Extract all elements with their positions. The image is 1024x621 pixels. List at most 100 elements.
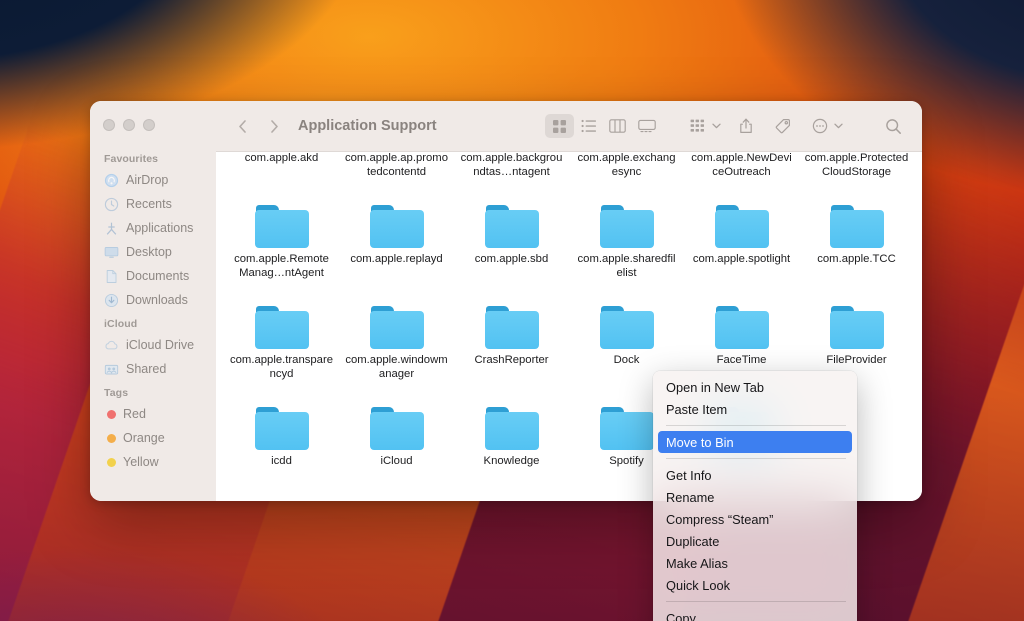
column-view-button[interactable] — [603, 114, 632, 138]
file-item[interactable]: com.apple.TCC — [799, 197, 914, 298]
applications-icon — [104, 221, 119, 236]
file-label: com.apple.ProtectedCloudStorage — [804, 152, 909, 178]
sidebar-item-label: Recents — [126, 197, 172, 211]
zoom-button[interactable] — [143, 119, 155, 131]
sidebar: Favourites AirDrop Recents Applications Desk… — [90, 101, 216, 501]
file-item[interactable]: Knowledge — [454, 399, 569, 500]
sidebar-section-title: Favourites — [104, 153, 159, 165]
file-item[interactable]: com.apple.sharedfilelist — [569, 197, 684, 298]
sidebar-item-recents[interactable]: Recents — [90, 192, 216, 216]
view-switcher — [545, 114, 661, 138]
folder-icon — [369, 407, 424, 450]
file-item[interactable]: CrashReporter — [454, 298, 569, 399]
more-options-control[interactable] — [805, 114, 845, 138]
chevron-down-icon[interactable] — [710, 123, 723, 129]
menu-item-make-alias[interactable]: Make Alias — [653, 552, 857, 574]
file-label: com.apple.windowmanager — [345, 354, 448, 380]
cloud-icon — [104, 338, 119, 353]
sidebar-item-label: Downloads — [126, 293, 188, 307]
menu-item-open-in-new-tab[interactable]: Open in New Tab — [653, 376, 857, 398]
document-icon — [104, 269, 119, 284]
file-item[interactable]: com.apple.RemoteManag…ntAgent — [224, 197, 339, 298]
menu-item-duplicate[interactable]: Duplicate — [653, 530, 857, 552]
folder-icon — [369, 205, 424, 248]
sidebar-item-label: Documents — [126, 269, 190, 283]
sidebar-item-label: iCloud Drive — [126, 338, 195, 352]
clock-icon — [104, 197, 119, 212]
file-item[interactable]: com.apple.replayd — [339, 197, 454, 298]
sidebar-item-label: Applications — [126, 221, 194, 235]
file-item[interactable]: com.apple.ProtectedCloudStorage — [799, 152, 914, 197]
sidebar-item-shared[interactable]: Shared — [90, 357, 216, 381]
tag-dot-icon — [107, 409, 116, 419]
forward-button[interactable] — [262, 114, 286, 138]
context-menu[interactable]: Open in New Tab Paste Item Move to Bin Get … — [653, 371, 857, 621]
file-label: com.apple.transparencyd — [230, 354, 333, 380]
tag-dot-icon — [107, 433, 116, 443]
file-label: com.apple.exchangesync — [577, 152, 676, 178]
menu-separator — [666, 601, 846, 602]
sidebar-item-icloud-drive[interactable]: iCloud Drive — [90, 333, 216, 357]
folder-icon — [714, 205, 769, 248]
folder-icon — [254, 205, 309, 248]
file-label: com.apple.sharedfilelist — [577, 253, 676, 279]
file-item[interactable]: com.apple.windowmanager — [339, 298, 454, 399]
desktop: Favourites AirDrop Recents Applications Desk… — [0, 0, 1024, 621]
minimize-button[interactable] — [123, 119, 135, 131]
file-item[interactable]: com.apple.backgroundtas…ntagent — [454, 152, 569, 197]
file-item[interactable]: com.apple.ap.promotedcontentd — [339, 152, 454, 197]
file-item[interactable]: com.apple.transparencyd — [224, 298, 339, 399]
chevron-down-icon[interactable] — [832, 123, 845, 129]
sidebar-item-downloads[interactable]: Downloads — [90, 288, 216, 312]
sidebar-item-label: Shared — [126, 362, 167, 376]
menu-item-paste-item[interactable]: Paste Item — [653, 398, 857, 420]
file-label: CrashReporter — [474, 354, 549, 366]
file-item[interactable]: icdd — [224, 399, 339, 500]
sidebar-item-red[interactable]: Red — [90, 402, 216, 426]
sidebar-item-applications[interactable]: Applications — [90, 216, 216, 240]
list-view-button[interactable] — [574, 114, 603, 138]
menu-item-quick-look[interactable]: Quick Look — [653, 574, 857, 596]
menu-item-move-to-bin[interactable]: Move to Bin — [658, 431, 852, 453]
page-title: Application Support — [298, 118, 437, 134]
folder-icon — [254, 407, 309, 450]
file-item[interactable]: com.apple.exchangesync — [569, 152, 684, 197]
sidebar-item-desktop[interactable]: Desktop — [90, 240, 216, 264]
sidebar-item-airdrop[interactable]: AirDrop — [90, 168, 216, 192]
group-by-icon[interactable] — [683, 114, 712, 138]
file-label: com.apple.NewDeviceOutreach — [691, 152, 792, 178]
sidebar-item-yellow[interactable]: Yellow — [90, 450, 216, 474]
sidebar-section-title: Tags — [104, 387, 129, 399]
menu-item-get-info[interactable]: Get Info — [653, 464, 857, 486]
menu-item-copy[interactable]: Copy — [653, 607, 857, 621]
folder-icon — [369, 306, 424, 349]
folder-icon — [484, 205, 539, 248]
icon-view-button[interactable] — [545, 114, 574, 138]
menu-item-rename[interactable]: Rename — [653, 486, 857, 508]
sidebar-item-label: AirDrop — [126, 173, 169, 187]
tag-icon[interactable] — [768, 114, 797, 138]
back-button[interactable] — [230, 114, 254, 138]
file-item[interactable]: com.apple.sbd — [454, 197, 569, 298]
file-item[interactable]: com.apple.spotlight — [684, 197, 799, 298]
share-icon[interactable] — [731, 114, 760, 138]
menu-item-compress-steam[interactable]: Compress “Steam” — [653, 508, 857, 530]
file-item[interactable]: com.apple.NewDeviceOutreach — [684, 152, 799, 197]
folder-icon — [714, 306, 769, 349]
sidebar-item-label: Desktop — [126, 245, 172, 259]
sidebar-item-documents[interactable]: Documents — [90, 264, 216, 288]
file-label: com.apple.sbd — [474, 253, 549, 265]
close-button[interactable] — [103, 119, 115, 131]
sidebar-item-label: Red — [123, 407, 146, 421]
gallery-view-button[interactable] — [632, 114, 661, 138]
desktop-icon — [104, 245, 119, 260]
file-label: FaceTime — [716, 354, 767, 366]
file-label: iCloud — [380, 455, 413, 467]
file-item[interactable]: iCloud — [339, 399, 454, 500]
tag-dot-icon — [107, 457, 116, 467]
search-icon[interactable] — [879, 114, 908, 138]
sidebar-item-orange[interactable]: Orange — [90, 426, 216, 450]
file-item[interactable]: com.apple.akd — [224, 152, 339, 197]
group-by-control[interactable] — [683, 114, 723, 138]
more-options-icon[interactable] — [805, 114, 834, 138]
